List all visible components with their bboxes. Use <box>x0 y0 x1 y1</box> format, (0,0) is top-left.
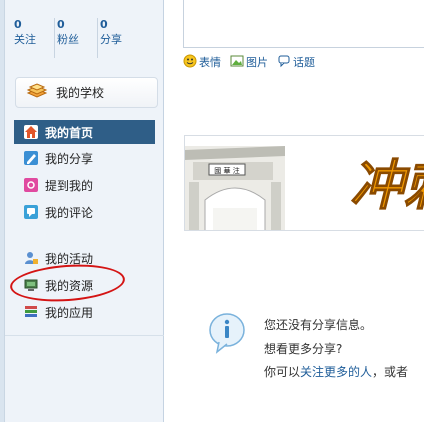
nav-item-home[interactable]: 我的首页 <box>14 120 155 144</box>
smiley-icon <box>183 54 197 71</box>
nav-item-home-label: 我的首页 <box>45 125 94 140</box>
campus-gate-illustration: 國 華 注 冲刺 <box>185 136 424 230</box>
topic-bubble-icon <box>277 54 291 71</box>
stat-followers-label: 粉丝 <box>57 33 79 46</box>
picture-button[interactable]: 图片 <box>230 54 268 71</box>
apps-stack-icon <box>24 305 38 319</box>
sidebar-divider <box>5 335 164 336</box>
nav-item-comments[interactable]: 我的评论 <box>14 200 155 224</box>
my-school-label: 我的学校 <box>56 86 105 100</box>
empty-message-line2: 想看更多分享? <box>264 342 343 356</box>
emoji-button-label: 表情 <box>199 56 221 69</box>
stat-shares[interactable]: 0 分享 <box>98 18 141 58</box>
comment-icon <box>24 205 38 219</box>
stat-followers-count: 0 <box>57 18 65 31</box>
nav-item-apps[interactable]: 我的应用 <box>14 300 155 324</box>
picture-button-label: 图片 <box>246 56 268 69</box>
stat-shares-label: 分享 <box>100 33 122 46</box>
campus-banner[interactable]: 國 華 注 冲刺 <box>184 135 424 231</box>
empty-message-suffix: ，或者 <box>372 365 409 379</box>
my-school-button[interactable]: 我的学校 <box>15 77 158 108</box>
nav-item-my-shares[interactable]: 我的分享 <box>14 146 155 170</box>
empty-message-line3: 你可以关注更多的人，或者 <box>264 363 408 380</box>
stat-followers[interactable]: 0 粉丝 <box>55 18 98 58</box>
nav-item-my-shares-label: 我的分享 <box>45 151 94 166</box>
post-composer-textarea[interactable] <box>183 0 424 48</box>
composer-toolbar: 表情 图片 话题 <box>183 54 324 70</box>
empty-message-prefix: 你可以 <box>264 365 301 379</box>
info-icon <box>207 312 247 359</box>
nav-item-mentions-label: 提到我的 <box>45 178 94 193</box>
topic-button[interactable]: 话题 <box>277 54 315 71</box>
stat-shares-count: 0 <box>100 18 108 31</box>
book-stack-icon <box>26 82 48 103</box>
profile-stats: 0 关注 0 粉丝 0 分享 <box>12 18 162 58</box>
nav-item-apps-label: 我的应用 <box>45 305 94 320</box>
banner-slogan: 冲刺 <box>350 154 424 217</box>
emoji-button[interactable]: 表情 <box>183 54 221 71</box>
share-pencil-icon <box>24 151 38 165</box>
stat-following-count: 0 <box>14 18 22 31</box>
empty-message-line1: 您还没有分享信息。 <box>264 318 373 332</box>
mention-icon <box>24 178 38 192</box>
activity-person-icon <box>24 251 38 265</box>
gate-plaque-text: 國 華 注 <box>214 166 239 175</box>
nav-item-mentions[interactable]: 提到我的 <box>14 173 155 197</box>
topic-button-label: 话题 <box>293 56 315 69</box>
home-icon <box>24 125 38 139</box>
follow-more-people-link[interactable]: 关注更多的人 <box>300 365 372 379</box>
stat-following[interactable]: 0 关注 <box>12 18 55 58</box>
picture-icon <box>230 54 244 71</box>
nav-item-comments-label: 我的评论 <box>45 205 94 220</box>
stat-following-label: 关注 <box>14 33 36 46</box>
